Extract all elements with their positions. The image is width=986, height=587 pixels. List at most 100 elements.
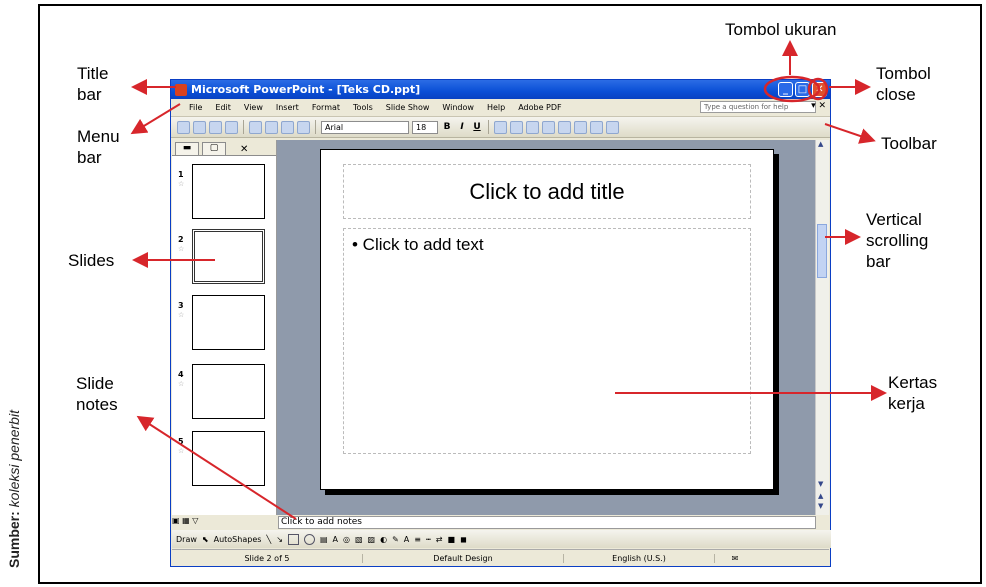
label-slides: Slides bbox=[68, 251, 115, 270]
title-placeholder[interactable]: Click to add title bbox=[343, 164, 751, 219]
select-objects-icon[interactable]: ⬉ bbox=[202, 535, 209, 544]
menu-window[interactable]: Window bbox=[442, 103, 474, 112]
menu-insert[interactable]: Insert bbox=[276, 103, 299, 112]
new-icon[interactable] bbox=[177, 120, 190, 134]
pane-tabs: ▬ ▢ ✕ bbox=[172, 140, 276, 156]
notes-pane[interactable]: Click to add notes bbox=[278, 516, 816, 529]
body-placeholder[interactable]: • Click to add text bbox=[343, 228, 751, 454]
menu-slide-show[interactable]: Slide Show bbox=[386, 103, 430, 112]
slide-thumbnail[interactable]: 1 ☆ bbox=[172, 164, 276, 222]
arrow-icon[interactable]: ↘ bbox=[276, 535, 283, 544]
view-buttons[interactable]: ▣ ▦ ▽ bbox=[172, 516, 276, 529]
underline-button[interactable]: U bbox=[471, 122, 483, 132]
close-button[interactable]: ✕ bbox=[812, 82, 827, 97]
scroll-thumb[interactable] bbox=[817, 224, 827, 278]
numbering-icon[interactable] bbox=[542, 120, 555, 134]
slide-thumbnail[interactable]: 5 ☆ bbox=[172, 431, 276, 489]
status-bar: Slide 2 of 5 Default Design English (U.S… bbox=[172, 549, 829, 566]
undo-icon[interactable] bbox=[281, 120, 294, 134]
window-title: Microsoft PowerPoint - [Teks CD.ppt] bbox=[191, 83, 421, 96]
formatting-toolbar: Arial 18 B I U bbox=[171, 117, 830, 138]
chart-icon[interactable] bbox=[297, 120, 310, 134]
dash-style-icon[interactable]: ┅ bbox=[426, 535, 431, 544]
font-name-select[interactable]: Arial bbox=[321, 120, 409, 134]
thumbnail-image bbox=[192, 364, 265, 419]
arrow-style-icon[interactable]: ⇄ bbox=[436, 535, 443, 544]
scroll-up-icon[interactable]: ▲ bbox=[818, 140, 823, 148]
open-icon[interactable] bbox=[193, 120, 206, 134]
menu-tools[interactable]: Tools bbox=[353, 103, 373, 112]
slide-canvas: Click to add title • Click to add text bbox=[277, 140, 815, 515]
slide-thumbnail[interactable]: 3 ☆ bbox=[172, 295, 276, 353]
menu-adobe-pdf[interactable]: Adobe PDF bbox=[518, 103, 561, 112]
transition-icon: ☆ bbox=[178, 311, 185, 319]
transition-icon: ☆ bbox=[178, 180, 185, 188]
title-bar: Microsoft PowerPoint - [Teks CD.ppt] _ □… bbox=[171, 80, 830, 99]
shadow-icon[interactable]: ■ bbox=[448, 535, 456, 544]
slide-thumbnail[interactable]: 4 ☆ bbox=[172, 364, 276, 422]
diagram-icon[interactable]: ◎ bbox=[343, 535, 350, 544]
rectangle-icon[interactable] bbox=[287, 533, 299, 545]
paste-icon[interactable] bbox=[265, 120, 278, 134]
status-language: English (U.S.) bbox=[564, 553, 715, 563]
spellcheck-icon: ✉ bbox=[731, 553, 739, 563]
thumbnail-number: 3 bbox=[178, 301, 184, 310]
align-right-icon[interactable] bbox=[526, 120, 539, 134]
tab-outline[interactable]: ▬ bbox=[175, 142, 199, 155]
font-color-draw-icon[interactable]: A bbox=[404, 535, 409, 544]
tab-slides[interactable]: ▢ bbox=[202, 142, 226, 155]
oval-icon[interactable] bbox=[303, 533, 315, 545]
bullets-icon[interactable] bbox=[558, 120, 571, 134]
draw-menu[interactable]: Draw bbox=[176, 535, 197, 544]
maximize-button[interactable]: □ bbox=[795, 82, 810, 97]
menu-view[interactable]: View bbox=[244, 103, 263, 112]
3d-icon[interactable]: ◼ bbox=[460, 535, 467, 544]
save-icon[interactable] bbox=[209, 120, 222, 134]
label-menu-bar: Menu bar bbox=[77, 127, 120, 167]
autoshapes-menu[interactable]: AutoShapes bbox=[214, 535, 262, 544]
transition-icon: ☆ bbox=[178, 380, 185, 388]
font-size-increase-icon[interactable] bbox=[574, 120, 587, 134]
menu-close-icon[interactable]: ▾ ✕ bbox=[811, 101, 826, 111]
line-color-icon[interactable]: ✎ bbox=[392, 535, 399, 544]
powerpoint-icon bbox=[175, 83, 187, 96]
font-color-icon[interactable] bbox=[606, 120, 619, 134]
thumbnail-number: 5 bbox=[178, 437, 184, 446]
thumbnail-number: 2 bbox=[178, 235, 184, 244]
textbox-icon[interactable]: ▤ bbox=[320, 535, 328, 544]
indent-icon[interactable] bbox=[590, 120, 603, 134]
align-left-icon[interactable] bbox=[494, 120, 507, 134]
drawing-toolbar: Draw ⬉ AutoShapes ╲ ↘ ▤ A ◎ ▧ ▨ ◐ ✎ A ≡ … bbox=[172, 530, 831, 548]
label-title-bar: Title bar bbox=[77, 64, 109, 104]
menu-format[interactable]: Format bbox=[312, 103, 340, 112]
next-slide-icon[interactable]: ▼ bbox=[818, 502, 823, 510]
menu-edit[interactable]: Edit bbox=[215, 103, 231, 112]
menu-help[interactable]: Help bbox=[487, 103, 505, 112]
powerpoint-window: Microsoft PowerPoint - [Teks CD.ppt] _ □… bbox=[170, 79, 831, 567]
align-center-icon[interactable] bbox=[510, 120, 523, 134]
wordart-icon[interactable]: A bbox=[333, 535, 338, 544]
menu-file[interactable]: File bbox=[189, 103, 202, 112]
thumbnail-number: 4 bbox=[178, 370, 184, 379]
previous-slide-icon[interactable]: ▲ bbox=[818, 492, 823, 500]
font-size-select[interactable]: 18 bbox=[412, 120, 438, 134]
source-label: Sumber: bbox=[6, 511, 22, 568]
window-buttons: _ □ ✕ bbox=[778, 82, 827, 97]
label-slide-notes: Slide notes bbox=[76, 374, 118, 414]
ask-question-input[interactable]: Type a question for help bbox=[700, 101, 816, 113]
minimize-button[interactable]: _ bbox=[778, 82, 793, 97]
print-icon[interactable] bbox=[225, 120, 238, 134]
line-icon[interactable]: ╲ bbox=[266, 535, 271, 544]
bold-button[interactable]: B bbox=[441, 122, 453, 132]
fill-color-icon[interactable]: ◐ bbox=[380, 535, 387, 544]
pane-close-icon[interactable]: ✕ bbox=[240, 144, 248, 155]
picture-icon[interactable]: ▨ bbox=[368, 535, 376, 544]
italic-button[interactable]: I bbox=[456, 122, 468, 132]
line-style-icon[interactable]: ≡ bbox=[414, 535, 421, 544]
scroll-down-icon[interactable]: ▼ bbox=[818, 480, 823, 488]
vertical-scrollbar[interactable]: ▲ ▼ ▲ ▼ bbox=[815, 140, 829, 515]
copy-icon[interactable] bbox=[249, 120, 262, 134]
slide-thumbnail-selected[interactable]: 2 ☆ bbox=[172, 229, 276, 287]
thumbnail-image bbox=[192, 229, 265, 284]
clipart-icon[interactable]: ▧ bbox=[355, 535, 363, 544]
